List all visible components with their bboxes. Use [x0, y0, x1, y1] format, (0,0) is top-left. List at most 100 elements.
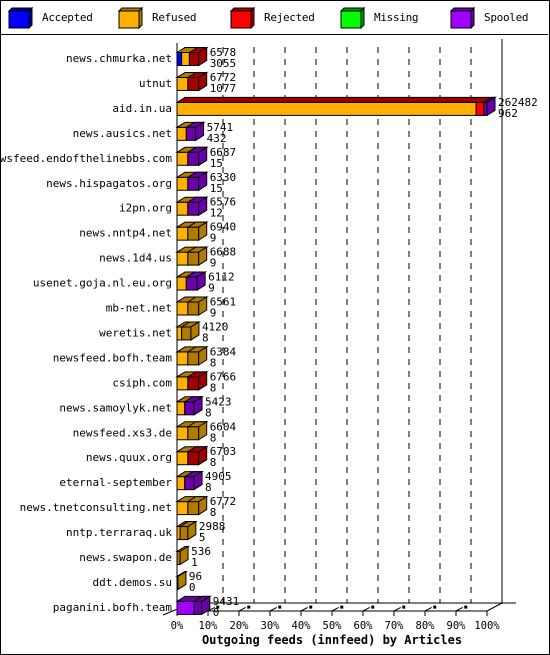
category-label: mb-net.net: [106, 302, 172, 315]
category-label: csiph.com: [112, 376, 172, 389]
x-tick-marker: [278, 605, 282, 609]
value-label-bottom: 3055: [210, 57, 237, 70]
bar-segment-spooled: [187, 176, 200, 191]
x-tick-marker: [433, 605, 437, 609]
bar-segment-refused: [176, 401, 186, 416]
bar-segment-refused: [187, 501, 200, 516]
value-label-bottom: 15: [210, 157, 223, 170]
x-tick-label: 60%: [354, 620, 374, 632]
floor-right-edge: [486, 602, 503, 612]
bar-segment-spooled: [187, 151, 200, 166]
category-label: newsfeed.bofh.team: [53, 351, 173, 364]
bar-segment-refused: [176, 151, 189, 166]
bar-segment-refused: [181, 52, 190, 66]
x-tick-label: 10%: [199, 620, 219, 632]
value-label-bottom: 8: [202, 331, 209, 344]
bar-segment-refused: [176, 326, 183, 341]
category-label: ddt.demos.su: [93, 576, 172, 589]
bar-segment-refused: [176, 301, 189, 316]
category-label: usenet.goja.nl.eu.org: [33, 277, 172, 290]
bar-segment-accepted: [176, 52, 183, 66]
category-label: weretis.net: [99, 326, 172, 339]
value-label-bottom: 8: [210, 506, 217, 519]
category-label: utnut: [139, 77, 172, 90]
value-label-bottom: 9: [208, 282, 215, 295]
value-label-bottom: 8: [210, 456, 217, 469]
category-label: paganini.bofh.team: [53, 601, 173, 614]
bar-segment-refused: [187, 251, 200, 266]
x-tick-marker: [340, 605, 344, 609]
x-tick-depth: [455, 606, 463, 612]
category-label: news.tnetconsulting.net: [20, 501, 172, 514]
value-label-bottom: 9: [210, 307, 217, 320]
x-tick-label: 0%: [171, 620, 184, 632]
category-label: news.hispagatos.org: [46, 177, 172, 190]
bar-segment-refused: [176, 351, 189, 366]
bar-segment-spooled: [176, 600, 195, 615]
category-label: news.1d4.us: [99, 252, 172, 265]
x-tick-depth: [269, 606, 277, 612]
x-tick-label: 90%: [447, 620, 467, 632]
bar-segment-refused: [181, 326, 192, 341]
value-label-bottom: 8: [205, 481, 212, 494]
category-label: news.swapon.de: [79, 551, 172, 564]
bar-segment-spooled: [185, 276, 198, 291]
bar-segment-refused: [176, 426, 189, 441]
value-label-bottom: 432: [207, 132, 227, 145]
bar-segment-rejected: [187, 76, 200, 91]
bar-segment-rejected: [187, 451, 200, 466]
bar-side-face: [177, 570, 187, 591]
x-tick-marker: [464, 605, 468, 609]
bar-segment-refused: [176, 126, 187, 141]
value-label-bottom: 0: [213, 606, 220, 619]
bar-segment-refused: [176, 226, 189, 241]
bar-segment-rejected: [187, 376, 200, 391]
value-label-bottom: 12: [210, 207, 223, 220]
bar-segment-spooled: [184, 476, 195, 491]
x-tick-label: 50%: [323, 620, 343, 632]
category-label: news.chmurka.net: [66, 52, 172, 65]
bar-segment-refused: [176, 101, 477, 116]
category-label: news.samoylyk.net: [59, 401, 172, 414]
x-tick-marker: [309, 605, 313, 609]
x-tick-depth: [238, 606, 246, 612]
x-tick-marker: [402, 605, 406, 609]
value-label-bottom: 0: [189, 581, 196, 594]
x-tick-depth: [362, 606, 370, 612]
x-tick-depth: [393, 606, 401, 612]
category-label: aid.in.ua: [112, 102, 172, 115]
value-label-bottom: 15: [210, 182, 223, 195]
x-tick-depth: [424, 606, 432, 612]
x-tick-label: 100%: [474, 620, 500, 632]
category-label: news.nntp4.net: [79, 227, 172, 240]
bar-segment-refused: [176, 251, 189, 266]
category-label: nntp.terraraq.uk: [66, 526, 172, 539]
bar-segment-refused: [176, 451, 189, 466]
x-tick-label: 20%: [230, 620, 250, 632]
bar-segment-refused: [187, 426, 200, 441]
value-label-bottom: 8: [205, 406, 212, 419]
value-label-bottom: 9: [210, 232, 217, 245]
category-label: i2pn.org: [119, 202, 172, 215]
value-label-bottom: 8: [210, 431, 217, 444]
category-label: news.quux.org: [86, 451, 172, 464]
value-label-bottom: 962: [498, 107, 518, 120]
bar-segment-spooled: [193, 600, 203, 615]
bar-segment-spooled: [184, 401, 195, 416]
category-label: news.ausics.net: [73, 127, 172, 140]
value-label-bottom: 5: [199, 531, 206, 544]
value-label-bottom: 8: [210, 356, 217, 369]
x-axis-title: Outgoing feeds (innfeed) by Articles: [202, 633, 462, 647]
bar-segment-rejected: [188, 52, 200, 66]
value-label-bottom: 8: [210, 381, 217, 394]
bar-segment-refused: [176, 176, 189, 191]
bar-segment-refused: [176, 501, 189, 516]
bar-top-face: [175, 96, 497, 103]
x-tick-label: 70%: [385, 620, 405, 632]
bar-segment-refused: [176, 476, 186, 491]
bar-segment-refused: [187, 301, 200, 316]
value-label-bottom: 9: [210, 257, 217, 270]
bar-segment-refused: [176, 201, 189, 216]
x-tick-label: 80%: [416, 620, 436, 632]
bar-segment-refused: [187, 351, 200, 366]
